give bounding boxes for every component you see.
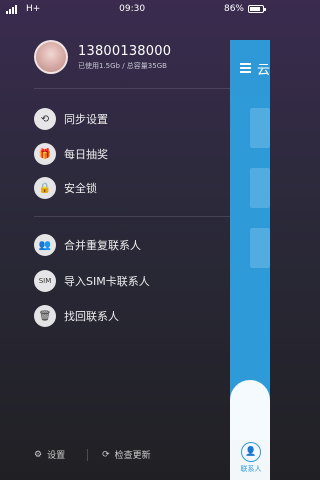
menu-label-sync: 同步设置 [64,113,108,126]
trash-icon: 🗑 [34,305,56,327]
sim-icon: SIM [34,270,56,292]
battery-fill [249,7,261,11]
main-header: 云 [230,40,270,96]
menu-label-merge: 合并重复联系人 [64,239,141,252]
main-title: 云 [256,62,270,78]
profile-header[interactable]: 13800138000 已使用1.5Gb / 总容量35GB [34,40,171,74]
menu-label-recover: 找回联系人 [64,310,119,323]
menu-label-lottery: 每日抽奖 [64,148,108,161]
network-type: H+ [26,4,41,14]
settings-label: 设置 [47,451,66,461]
status-time: 09:30 [119,4,146,14]
menu-item-recover[interactable]: 🗑 找回联系人 [34,305,119,327]
menu-label-security: 安全锁 [64,182,97,195]
menu-item-sync[interactable]: ⟲ 同步设置 [34,108,108,130]
sync-icon: ⟲ [34,108,56,130]
phone-number: 13800138000 [78,43,172,59]
menu-item-import-sim[interactable]: SIM 导入SIM卡联系人 [34,270,150,292]
status-left: H+ [6,4,40,14]
battery-icon [247,5,266,13]
bottom-tab-bar: 👤 联系人 [230,440,270,480]
content-card [250,228,270,268]
menu-label-import-sim: 导入SIM卡联系人 [64,275,150,288]
settings-button[interactable]: ⚙ 设置 [34,448,66,462]
battery-percent: 86% [223,4,244,14]
divider [34,216,230,217]
gear-icon: ⚙ [34,449,43,460]
footer-separator [87,448,89,461]
avatar[interactable] [34,40,68,74]
menu-icon[interactable] [240,63,251,73]
storage-usage: 已使用1.5Gb / 总容量35GB [78,61,167,70]
side-drawer: 13800138000 已使用1.5Gb / 总容量35GB ⟲ 同步设置 🎁 … [0,18,230,480]
divider [34,88,230,89]
cloud-decoration [230,380,270,440]
status-bar: H+ 09:30 86% [0,0,270,18]
menu-item-security[interactable]: 🔒 安全锁 [34,177,97,199]
contact-icon: 👤 [241,442,261,462]
merge-contacts-icon: 👥 [34,234,56,256]
profile-text: 13800138000 已使用1.5Gb / 总容量35GB [78,44,171,71]
content-card [250,108,270,148]
update-label: 检查更新 [114,451,151,461]
main-content-peek[interactable]: 云 👤 联系人 [230,40,270,480]
gift-icon: 🎁 [34,143,56,165]
signal-icon [6,4,20,14]
menu-item-lottery[interactable]: 🎁 每日抽奖 [34,143,108,165]
tab-contacts-label: 联系人 [240,465,262,473]
content-card [250,168,270,208]
status-right: 86% [223,4,266,14]
lock-icon: 🔒 [34,177,56,199]
tab-contacts[interactable]: 👤 联系人 [238,442,264,474]
menu-item-merge[interactable]: 👥 合并重复联系人 [34,234,141,256]
refresh-icon: ⟳ [102,449,110,460]
check-update-button[interactable]: ⟳ 检查更新 [102,448,151,462]
